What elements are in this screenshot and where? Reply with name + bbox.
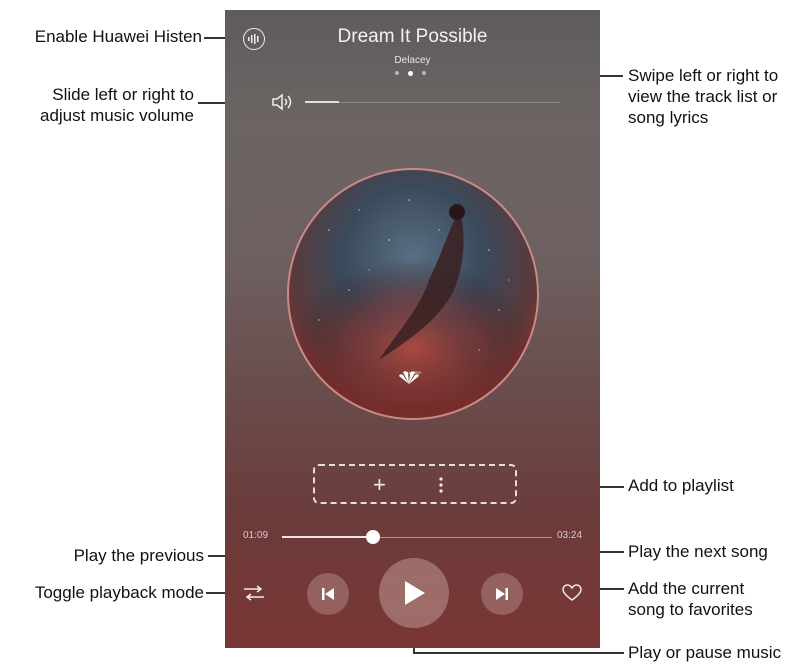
previous-track-icon	[322, 588, 334, 600]
callout-favorites-2: song to favorites	[628, 600, 753, 619]
play-icon	[405, 581, 425, 605]
current-time: 01:09	[243, 530, 269, 541]
page-dot[interactable]	[422, 71, 426, 75]
huawei-logo-icon: HUAWEI	[398, 370, 428, 400]
music-player-screen: Dream It Possible Delacey + 01:09 03:24	[225, 10, 600, 648]
callout-next: Play the next song	[628, 542, 768, 561]
previous-button[interactable]	[307, 573, 349, 615]
callout-play-pause: Play or pause music	[628, 643, 782, 662]
callout-swipe-1: Swipe left or right to	[628, 66, 779, 85]
song-title: Dream It Possible	[337, 26, 488, 47]
callout-previous: Play the previous	[73, 546, 204, 565]
playlist-actions-highlight	[313, 464, 517, 504]
callout-histen: Enable Huawei Histen	[34, 27, 202, 46]
callout-swipe-2: view the track list or	[628, 87, 778, 106]
callout-swipe-3: song lyrics	[628, 108, 709, 127]
volume-icon	[272, 93, 292, 111]
more-vertical-icon[interactable]	[439, 476, 443, 494]
callout-mode: Toggle playback mode	[34, 583, 204, 602]
volume-slider[interactable]	[305, 102, 560, 103]
heart-icon[interactable]	[562, 584, 582, 602]
callout-line-play-h	[413, 652, 624, 654]
callout-favorites-1: Add the current	[628, 579, 745, 598]
next-track-icon	[496, 588, 508, 600]
shuffle-icon[interactable]	[243, 585, 265, 601]
callout-volume-2: adjust music volume	[39, 106, 194, 125]
page-indicator[interactable]	[395, 71, 435, 77]
callout-volume-1: Slide left or right to	[52, 85, 194, 104]
page-dot[interactable]	[395, 71, 399, 75]
album-art: HUAWEI	[287, 168, 539, 420]
next-button[interactable]	[481, 573, 523, 615]
page-dot-active[interactable]	[408, 71, 413, 76]
progress-thumb[interactable]	[366, 530, 380, 544]
plus-icon[interactable]: +	[373, 474, 386, 496]
play-button[interactable]	[379, 558, 449, 628]
progress-bar-fill	[282, 536, 373, 538]
volume-slider-fill	[305, 101, 339, 103]
artist-name: Delacey	[394, 55, 431, 66]
total-time: 03:24	[557, 530, 583, 541]
callout-add-playlist: Add to playlist	[628, 476, 734, 495]
